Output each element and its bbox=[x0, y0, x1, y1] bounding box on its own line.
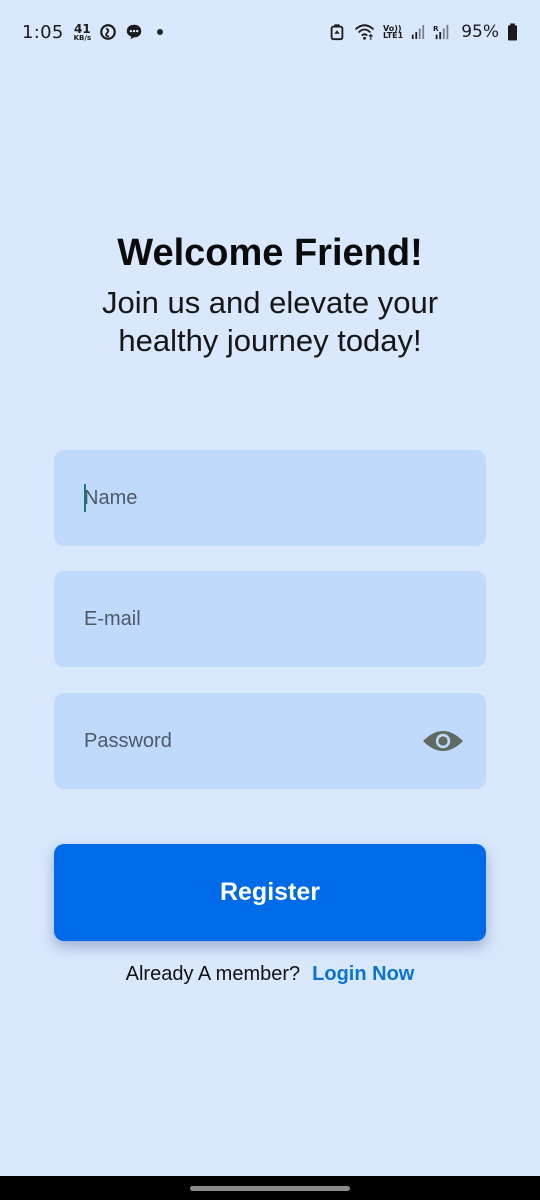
name-input[interactable] bbox=[84, 450, 414, 546]
status-right: Vo)) LTE1 R 95% bbox=[328, 22, 518, 42]
status-bar: 1:05 41 KB/s Vo)) LTE1 R 95% bbox=[0, 0, 540, 64]
email-input[interactable] bbox=[84, 571, 414, 667]
login-prompt-row: Already A member? Login Now bbox=[0, 963, 540, 986]
eye-icon[interactable] bbox=[422, 727, 464, 755]
volte-bottom-label: LTE1 bbox=[382, 31, 404, 40]
battery-percentage: 95% bbox=[461, 22, 499, 42]
login-now-link[interactable]: Login Now bbox=[312, 963, 414, 985]
page-subtitle: Join us and elevate your healthy journey… bbox=[101, 285, 439, 358]
already-member-text: Already A member? bbox=[125, 963, 301, 985]
net-speed-value: 41 bbox=[74, 21, 91, 36]
signal-roaming-icon: R bbox=[433, 24, 449, 40]
home-gesture-handle[interactable] bbox=[190, 1186, 350, 1191]
page-title: Welcome Friend! bbox=[117, 232, 423, 274]
password-field-container[interactable] bbox=[54, 693, 486, 789]
chat-bubble-icon bbox=[126, 24, 142, 40]
text-cursor bbox=[84, 484, 86, 512]
navigation-bar bbox=[0, 1176, 540, 1200]
name-field-container[interactable] bbox=[54, 450, 486, 546]
password-input[interactable] bbox=[84, 693, 414, 789]
email-field-container[interactable] bbox=[54, 571, 486, 667]
net-speed-unit: KB/s bbox=[73, 33, 92, 42]
battery-icon bbox=[508, 23, 517, 41]
svg-text:R: R bbox=[433, 24, 439, 33]
battery-saver-icon bbox=[330, 24, 344, 41]
register-button[interactable]: Register bbox=[54, 844, 486, 941]
data-saver-icon bbox=[100, 24, 116, 40]
status-time: 1:05 bbox=[22, 21, 64, 43]
status-left: 1:05 41 KB/s bbox=[22, 21, 164, 43]
volte-icon: Vo)) LTE1 bbox=[382, 24, 404, 40]
wifi-icon bbox=[354, 24, 375, 41]
net-speed-indicator: 41 KB/s bbox=[74, 23, 91, 42]
notification-dot bbox=[157, 29, 164, 35]
signal-icon bbox=[412, 25, 425, 39]
